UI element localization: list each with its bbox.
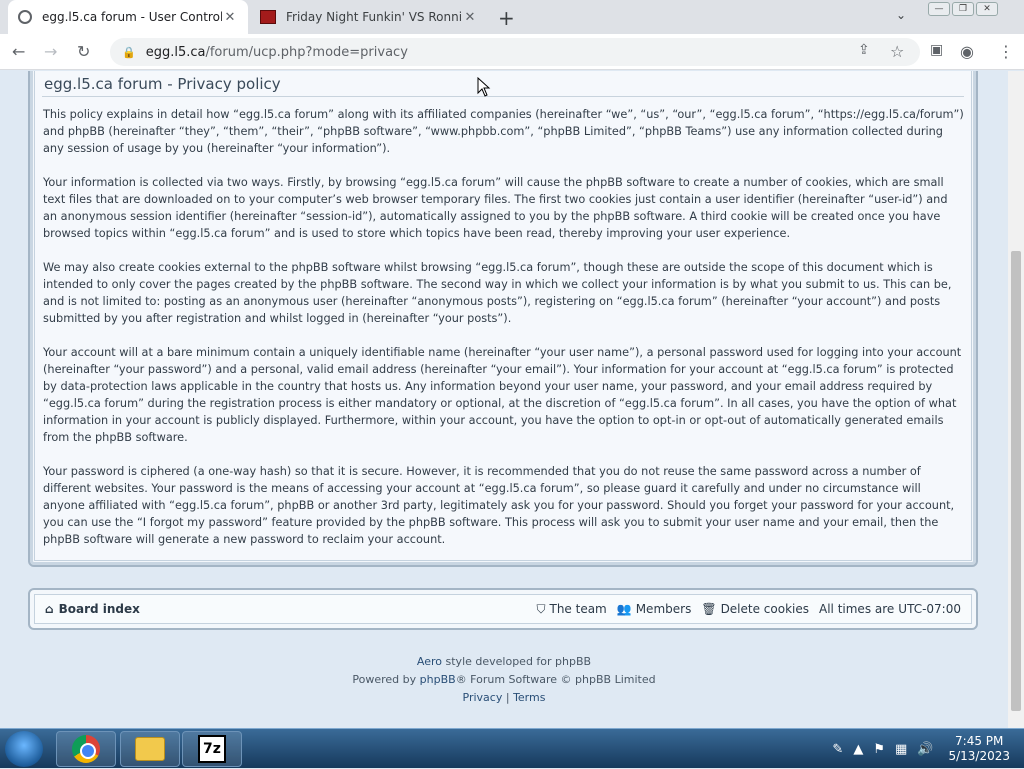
browser-toolbar: ← → ↻ 🔒 egg.l5.ca/forum/ucp.php?mode=pri… xyxy=(0,34,1024,70)
bookmark-star-icon[interactable]: ☆ xyxy=(890,42,904,61)
users-icon: 👥 xyxy=(616,602,632,616)
policy-paragraph: Your account will at a bare minimum cont… xyxy=(43,346,962,444)
close-tab-icon[interactable]: ✕ xyxy=(222,10,238,25)
style-link[interactable]: Aero xyxy=(417,655,442,668)
sevenzip-icon: 7z xyxy=(198,735,226,763)
home-icon: ⌂ xyxy=(45,602,54,616)
profile-avatar-icon[interactable]: ◉ xyxy=(960,42,974,61)
taskbar-explorer[interactable] xyxy=(120,731,180,767)
show-hidden-icons-chevron-icon[interactable]: ▲ xyxy=(853,742,863,757)
policy-text: This policy explains in detail how “egg.… xyxy=(43,106,965,565)
close-tab-icon[interactable]: ✕ xyxy=(462,10,478,25)
share-icon[interactable]: ⇪ xyxy=(858,42,870,58)
folder-icon xyxy=(135,737,165,761)
side-panel-icon[interactable]: ▣ xyxy=(930,42,943,58)
start-button[interactable] xyxy=(5,731,43,767)
scrollbar-thumb[interactable] xyxy=(1011,251,1021,711)
tab-strip: egg.l5.ca forum - User Control Pa ✕ Frid… xyxy=(0,0,1024,34)
members-link[interactable]: 👥 Members xyxy=(617,602,692,616)
restore-button[interactable]: ❐ xyxy=(952,2,974,16)
tab-title: egg.l5.ca forum - User Control Pa xyxy=(42,10,222,24)
chrome-icon xyxy=(72,735,100,763)
forward-arrow-icon[interactable]: → xyxy=(44,42,57,61)
board-index-label: Board index xyxy=(58,602,140,616)
taskbar-7zip[interactable]: 7z xyxy=(182,731,242,767)
timezone-text: All times are UTC-07:00 xyxy=(819,602,961,616)
divider xyxy=(42,96,964,97)
tab-search-chevron-icon[interactable]: ⌄ xyxy=(896,8,906,22)
members-label: Members xyxy=(635,602,692,616)
new-tab-button[interactable]: + xyxy=(498,6,515,30)
url-path: /forum/ucp.php?mode=privacy xyxy=(205,44,408,60)
phpbb-link[interactable]: phpBB xyxy=(420,673,456,686)
style-text: style developed for phpBB xyxy=(442,655,592,668)
lock-icon[interactable]: 🔒 xyxy=(122,46,136,59)
minimize-button[interactable]: — xyxy=(928,2,950,16)
tab-title: Friday Night Funkin' VS Ronnie M xyxy=(286,10,462,24)
volume-icon[interactable]: 🔊 xyxy=(917,742,933,757)
globe-icon xyxy=(18,10,32,24)
vertical-scrollbar[interactable] xyxy=(1008,71,1024,728)
policy-paragraph: This policy explains in detail how “egg.… xyxy=(43,108,964,155)
delete-cookies-label: Delete cookies xyxy=(720,602,810,616)
policy-paragraph: Your password is ciphered (a one-way has… xyxy=(43,465,955,546)
game-favicon-icon xyxy=(260,10,276,24)
powered-prefix: Powered by xyxy=(352,673,420,686)
navbar-footer: ⌂ Board index ⛉ The team 👥 Members 🗑 Delete… xyxy=(28,588,978,630)
clock-date: 5/13/2023 xyxy=(948,749,1010,763)
tab-active[interactable]: egg.l5.ca forum - User Control Pa ✕ xyxy=(8,0,248,34)
windows-taskbar: 7z ✎ ▲ ⚑ ▦ 🔊 7:45 PM 5/13/2023 xyxy=(0,728,1024,768)
powered-suffix: ® Forum Software © phpBB Limited xyxy=(455,673,656,686)
url-host: egg.l5.ca xyxy=(145,44,206,60)
action-center-icon[interactable]: ⚑ xyxy=(873,742,885,757)
back-arrow-icon[interactable]: ← xyxy=(12,42,25,61)
network-icon[interactable]: ▦ xyxy=(895,742,907,757)
timezone-value: UTC-07:00 xyxy=(898,602,961,616)
page-title: egg.l5.ca forum - Privacy policy xyxy=(44,75,281,93)
the-team-link[interactable]: ⛉ The team xyxy=(536,602,606,617)
window-controls: — ❐ ✕ xyxy=(928,2,998,16)
system-tray: ✎ ▲ ⚑ ▦ 🔊 7:45 PM 5/13/2023 xyxy=(827,729,1024,769)
separator: | xyxy=(502,691,514,704)
policy-paragraph: We may also create cookies external to t… xyxy=(43,261,952,325)
privacy-link[interactable]: Privacy xyxy=(463,691,503,704)
trash-icon: 🗑 xyxy=(701,602,717,616)
address-bar[interactable]: 🔒 egg.l5.ca/forum/ucp.php?mode=privacy xyxy=(110,38,920,66)
policy-paragraph: Your information is collected via two wa… xyxy=(43,176,948,240)
clock[interactable]: 7:45 PM 5/13/2023 xyxy=(948,734,1010,764)
clock-time: 7:45 PM xyxy=(955,734,1004,748)
page-content: egg.l5.ca forum - Privacy policy This po… xyxy=(0,71,1008,728)
copyright-footer: Aero style developed for phpBB Powered b… xyxy=(0,653,1008,707)
delete-cookies-link[interactable]: 🗑 Delete cookies xyxy=(701,602,809,616)
terms-link[interactable]: Terms xyxy=(513,691,545,704)
timezone-prefix: All times are xyxy=(819,602,895,616)
tab-inactive[interactable]: Friday Night Funkin' VS Ronnie M ✕ xyxy=(250,0,488,34)
pen-tablet-icon[interactable]: ✎ xyxy=(832,742,843,757)
menu-kebab-icon[interactable]: ⋮ xyxy=(998,42,1014,61)
close-window-button[interactable]: ✕ xyxy=(976,2,998,16)
taskbar-chrome[interactable] xyxy=(56,731,116,767)
reload-icon[interactable]: ↻ xyxy=(77,42,90,61)
the-team-label: The team xyxy=(549,602,607,616)
mouse-cursor-icon xyxy=(477,77,491,97)
board-index-link[interactable]: ⌂ Board index xyxy=(45,602,140,616)
shield-icon: ⛉ xyxy=(536,601,546,616)
